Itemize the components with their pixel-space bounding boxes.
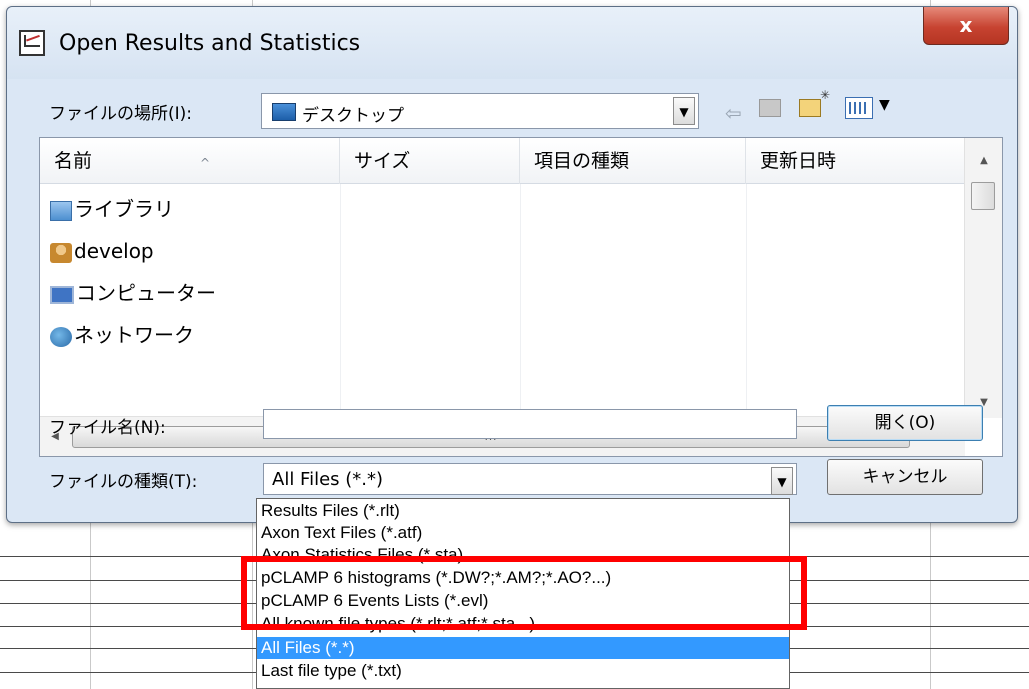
column-header-date[interactable]: 更新日時: [746, 138, 965, 184]
column-name-label: 名前: [54, 150, 93, 172]
column-divider: [746, 184, 747, 416]
close-button[interactable]: x: [923, 7, 1009, 45]
list-item[interactable]: ネットワーク: [40, 314, 360, 356]
new-folder-icon[interactable]: [799, 88, 830, 117]
filetype-value: All Files (*.*): [272, 469, 384, 490]
dropdown-option[interactable]: Results Files (*.rlt): [257, 500, 789, 522]
filetype-label: ファイルの種類(T):: [49, 472, 198, 492]
list-item[interactable]: コンピューター: [40, 272, 360, 314]
list-item[interactable]: ライブラリ: [40, 188, 360, 230]
list-item[interactable]: develop: [40, 230, 360, 272]
open-button[interactable]: 開く(O): [827, 405, 983, 441]
dropdown-option[interactable]: Last file type (*.txt): [257, 660, 789, 682]
library-icon: [50, 200, 72, 221]
view-dropdown-icon[interactable]: ▼: [879, 97, 890, 113]
cancel-button[interactable]: キャンセル: [827, 459, 983, 495]
back-arrow-icon[interactable]: ⇦: [725, 101, 742, 125]
location-label: ファイルの場所(I):: [49, 104, 193, 124]
title-bar[interactable]: Open Results and Statistics x: [7, 7, 1017, 79]
dialog-title: Open Results and Statistics: [59, 31, 361, 56]
chevron-down-icon[interactable]: ▼: [673, 97, 695, 125]
column-header-name[interactable]: 名前 ^: [40, 138, 340, 184]
list-item-label: コンピューター: [76, 281, 216, 305]
computer-icon: [50, 285, 74, 304]
app-icon: [19, 30, 45, 56]
dropdown-option[interactable]: Axon Text Files (*.atf): [257, 522, 789, 544]
list-item-label: develop: [74, 239, 154, 263]
open-dialog: Open Results and Statistics x ファイルの場所(I)…: [6, 6, 1018, 523]
scroll-thumb[interactable]: [971, 182, 995, 210]
location-value: デスクトップ: [302, 106, 404, 126]
chevron-down-icon[interactable]: ▼: [771, 467, 793, 495]
desktop-icon: [272, 103, 296, 121]
sort-caret-icon: ^: [200, 156, 211, 170]
filename-input[interactable]: [263, 409, 797, 439]
folder-up-icon[interactable]: [759, 99, 781, 117]
filetype-select[interactable]: All Files (*.*) ▼: [263, 463, 797, 495]
dropdown-option-selected[interactable]: All Files (*.*): [257, 637, 789, 659]
annotation-highlight-box: [241, 556, 807, 630]
user-folder-icon: [50, 242, 72, 263]
filename-label: ファイル名(N):: [49, 418, 166, 438]
dialog-body: ファイルの場所(I): デスクトップ ▼ ⇦ ▼ 名前 ^ サイズ 項目の種類 …: [19, 79, 1005, 510]
column-divider: [520, 184, 521, 416]
list-item-label: ネットワーク: [74, 323, 194, 347]
scroll-up-icon[interactable]: ▲: [965, 146, 1003, 176]
column-header-type[interactable]: 項目の種類: [520, 138, 746, 184]
column-header-size[interactable]: サイズ: [340, 138, 520, 184]
location-combo[interactable]: デスクトップ ▼: [261, 93, 699, 129]
list-header: 名前 ^ サイズ 項目の種類 更新日時: [40, 138, 965, 184]
list-item-label: ライブラリ: [74, 197, 174, 221]
network-icon: [50, 326, 72, 347]
vertical-scrollbar[interactable]: ▲ ▼: [964, 138, 1002, 418]
view-menu-icon[interactable]: [845, 97, 873, 119]
